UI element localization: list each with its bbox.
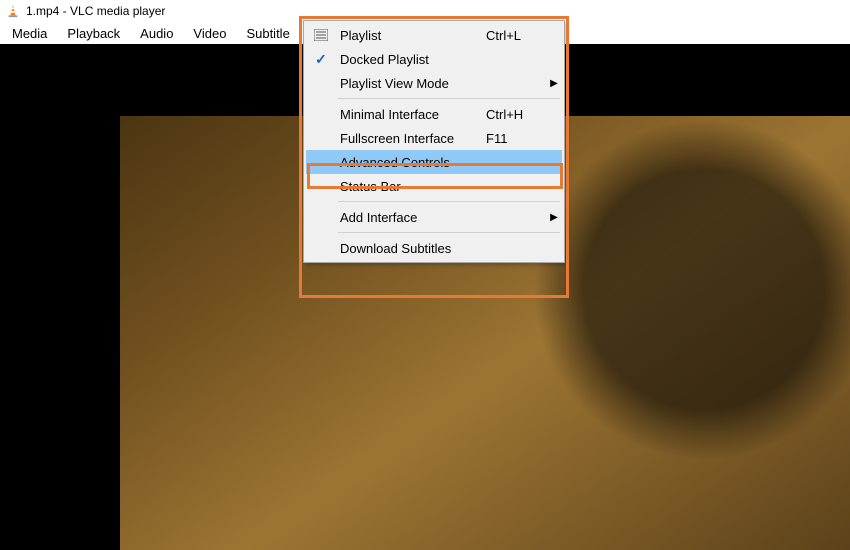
menu-item-add-interface[interactable]: Add Interface ▶: [306, 205, 562, 229]
menu-item-accel: Ctrl+L: [486, 28, 546, 43]
vlc-logo-icon: [6, 4, 20, 18]
menu-item-label: Playlist View Mode: [336, 76, 486, 91]
menu-item-label: Advanced Controls: [336, 155, 486, 170]
menu-item-accel: Ctrl+H: [486, 107, 546, 122]
menu-separator: [338, 201, 560, 202]
checkmark-icon: ✓: [315, 51, 327, 68]
menu-item-label: Docked Playlist: [336, 52, 486, 67]
menu-item-advanced-controls[interactable]: Advanced Controls: [306, 150, 562, 174]
menu-item-label: Fullscreen Interface: [336, 131, 486, 146]
window-title: 1.mp4 - VLC media player: [26, 4, 165, 18]
menu-item-docked-playlist[interactable]: ✓ Docked Playlist: [306, 47, 562, 71]
menu-item-playlist[interactable]: Playlist Ctrl+L: [306, 23, 562, 47]
menu-video[interactable]: Video: [183, 24, 236, 43]
titlebar: 1.mp4 - VLC media player: [0, 0, 850, 22]
menu-playback[interactable]: Playback: [57, 24, 130, 43]
menu-item-fullscreen-interface[interactable]: Fullscreen Interface F11: [306, 126, 562, 150]
menu-subtitle[interactable]: Subtitle: [236, 24, 299, 43]
menu-item-label: Download Subtitles: [336, 241, 486, 256]
menu-item-accel: F11: [486, 131, 546, 146]
menu-item-label: Add Interface: [336, 210, 486, 225]
menu-item-label: Status Bar: [336, 179, 486, 194]
view-dropdown: Playlist Ctrl+L ✓ Docked Playlist Playli…: [303, 20, 565, 263]
menu-item-label: Minimal Interface: [336, 107, 486, 122]
playlist-icon: [306, 29, 336, 41]
menu-separator: [338, 232, 560, 233]
menu-item-download-subtitles[interactable]: Download Subtitles: [306, 236, 562, 260]
menu-item-playlist-view-mode[interactable]: Playlist View Mode ▶: [306, 71, 562, 95]
submenu-arrow-icon: ▶: [546, 78, 562, 89]
menu-item-minimal-interface[interactable]: Minimal Interface Ctrl+H: [306, 102, 562, 126]
menu-media[interactable]: Media: [2, 24, 57, 43]
menu-item-label: Playlist: [336, 28, 486, 43]
menu-item-status-bar[interactable]: Status Bar: [306, 174, 562, 198]
submenu-arrow-icon: ▶: [546, 212, 562, 223]
menu-audio[interactable]: Audio: [130, 24, 183, 43]
menu-separator: [338, 98, 560, 99]
